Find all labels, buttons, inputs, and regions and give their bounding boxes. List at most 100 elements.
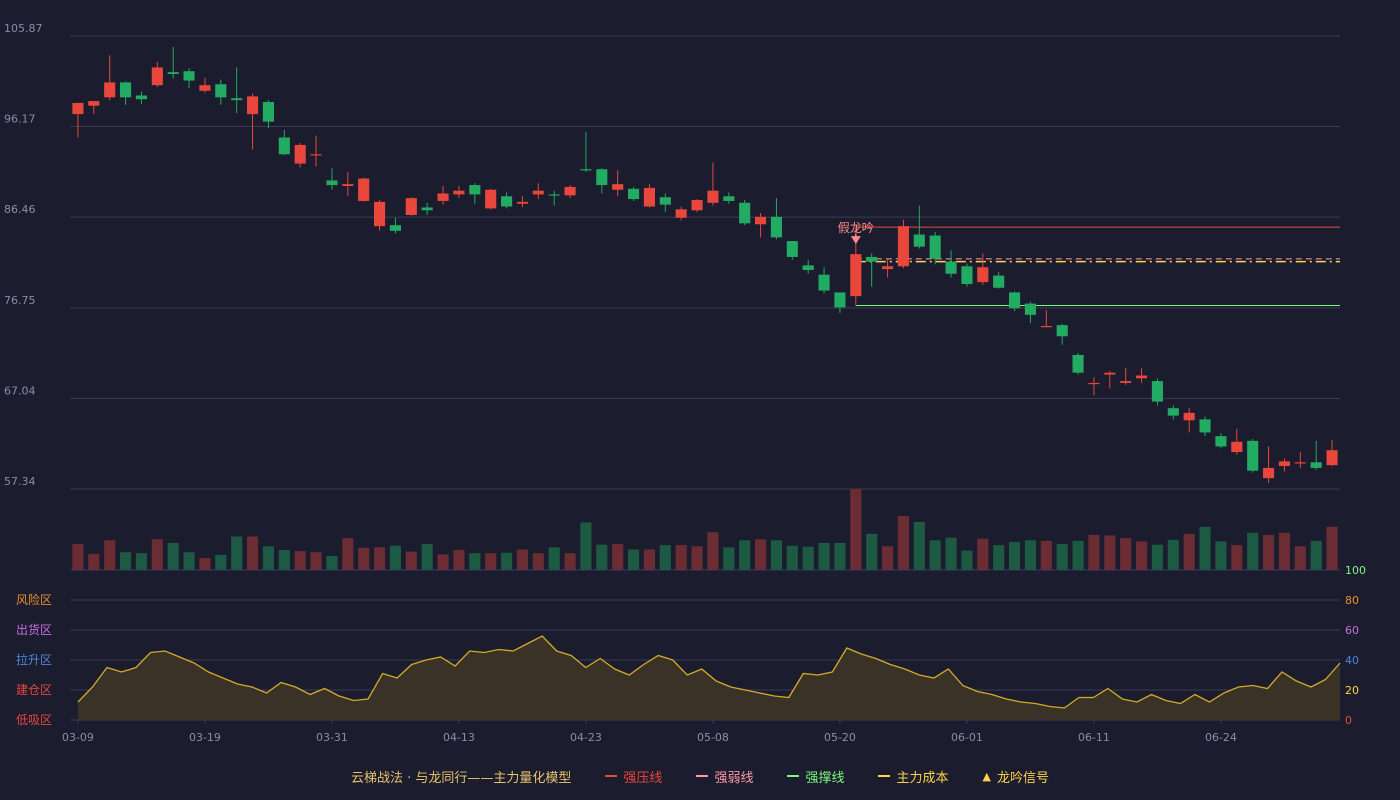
- volume-bar: [564, 553, 576, 570]
- volume-bar: [326, 555, 338, 570]
- volume-bar: [723, 547, 735, 570]
- volume-bar: [675, 545, 687, 570]
- x-tick-label: 06-24: [1205, 731, 1237, 744]
- candle-body: [88, 101, 100, 106]
- volume-bar: [1183, 533, 1195, 570]
- volume-bar: [389, 545, 401, 570]
- triangle-icon: ▲: [982, 769, 991, 783]
- candle-body: [739, 202, 751, 224]
- cost-line-icon: [878, 775, 891, 777]
- volume-bar: [802, 546, 814, 570]
- legend-item-cost: 主力成本: [878, 767, 948, 786]
- candle-body: [453, 190, 465, 195]
- volume-bar: [739, 540, 751, 570]
- candle-body: [120, 82, 132, 98]
- volume-bar: [1151, 544, 1163, 570]
- candle-body: [1040, 326, 1052, 328]
- candle-body: [151, 67, 163, 86]
- candle-body: [596, 169, 608, 186]
- volume-bar: [88, 553, 100, 570]
- volume-bar: [1215, 541, 1227, 570]
- candle-body: [1009, 292, 1021, 309]
- x-tick-label: 06-01: [951, 731, 983, 744]
- indicator-zone-label: 出货区: [16, 622, 52, 637]
- indicator-zone-label: 风险区: [16, 592, 52, 607]
- volume-bar: [72, 544, 84, 570]
- volume-bar: [929, 540, 941, 570]
- volume-bar: [1056, 544, 1068, 570]
- candle-body: [231, 98, 243, 101]
- indicator-right-tick: 0: [1345, 714, 1352, 727]
- volume-bar: [755, 539, 767, 570]
- candle-body: [882, 266, 894, 270]
- y-tick-label: 96.17: [4, 113, 36, 126]
- legend-label-weak: 强弱线: [714, 770, 754, 786]
- candle-body: [1294, 462, 1306, 464]
- volume-bar: [231, 536, 243, 570]
- volume-bar: [1009, 541, 1021, 570]
- candle-body: [675, 209, 687, 218]
- candle-body: [564, 186, 576, 196]
- candle-body: [294, 144, 306, 164]
- candle-body: [135, 95, 147, 100]
- volume-bar: [310, 552, 322, 570]
- volume-bar: [1231, 545, 1243, 570]
- candle-body: [755, 216, 767, 225]
- y-tick-label: 105.87: [4, 22, 43, 35]
- candle-body: [215, 84, 227, 98]
- indicator-area: [78, 636, 1340, 720]
- indicator-zone-label: 低吸区: [16, 713, 52, 727]
- x-tick-label: 03-19: [189, 731, 221, 744]
- candle-body: [342, 184, 354, 187]
- volume-bar: [1199, 526, 1211, 570]
- candle-body: [374, 201, 386, 227]
- volume-bar: [120, 552, 132, 570]
- indicator-right-tick: 40: [1345, 654, 1359, 667]
- volume-bar: [1120, 538, 1132, 570]
- volume-bar: [770, 540, 782, 570]
- indicator-right-tick: 80: [1345, 594, 1359, 607]
- candle-body: [1151, 381, 1163, 402]
- x-tick-label: 04-23: [570, 731, 602, 744]
- indicator-zone-label: 拉升区: [16, 652, 52, 667]
- candle-body: [993, 275, 1005, 288]
- candle-body: [913, 234, 925, 247]
- signal-label: 假龙吟: [838, 220, 874, 235]
- volume-bar: [342, 538, 354, 570]
- volume-bar: [897, 516, 909, 570]
- candle-body: [104, 82, 116, 98]
- candle-body: [421, 207, 433, 211]
- volume-bar: [501, 552, 513, 570]
- candle-body: [786, 241, 798, 257]
- legend-item-signal: ▲ 龙吟信号: [982, 767, 1048, 786]
- candle-body: [580, 169, 592, 171]
- x-tick-label: 04-13: [443, 731, 475, 744]
- volume-bar: [707, 532, 719, 570]
- x-tick-label: 03-09: [62, 731, 94, 744]
- volume-bar: [1072, 540, 1084, 570]
- legend-item-weak: 强弱线: [696, 767, 753, 786]
- candle-body: [643, 187, 655, 207]
- candle-body: [1072, 354, 1084, 373]
- volume-bar: [1167, 539, 1179, 570]
- y-tick-label: 67.04: [4, 384, 36, 397]
- candle-body: [802, 265, 814, 271]
- volume-bar: [882, 546, 894, 570]
- candle-body: [485, 189, 497, 209]
- candle-body: [278, 137, 290, 155]
- candle-body: [961, 266, 973, 285]
- volume-bar: [374, 547, 386, 570]
- volume-bar: [247, 536, 259, 570]
- candle-body: [262, 101, 274, 122]
- candle-body: [929, 235, 941, 259]
- volume-bar: [262, 546, 274, 570]
- candle-body: [1310, 462, 1322, 468]
- candle-body: [1120, 381, 1132, 383]
- volume-bar: [104, 540, 116, 570]
- candle-body: [1215, 436, 1227, 447]
- candle-body: [1104, 372, 1116, 375]
- volume-bar: [199, 558, 211, 570]
- volume-bar: [1310, 540, 1322, 570]
- volume-bar: [596, 544, 608, 570]
- candle-body: [72, 102, 84, 115]
